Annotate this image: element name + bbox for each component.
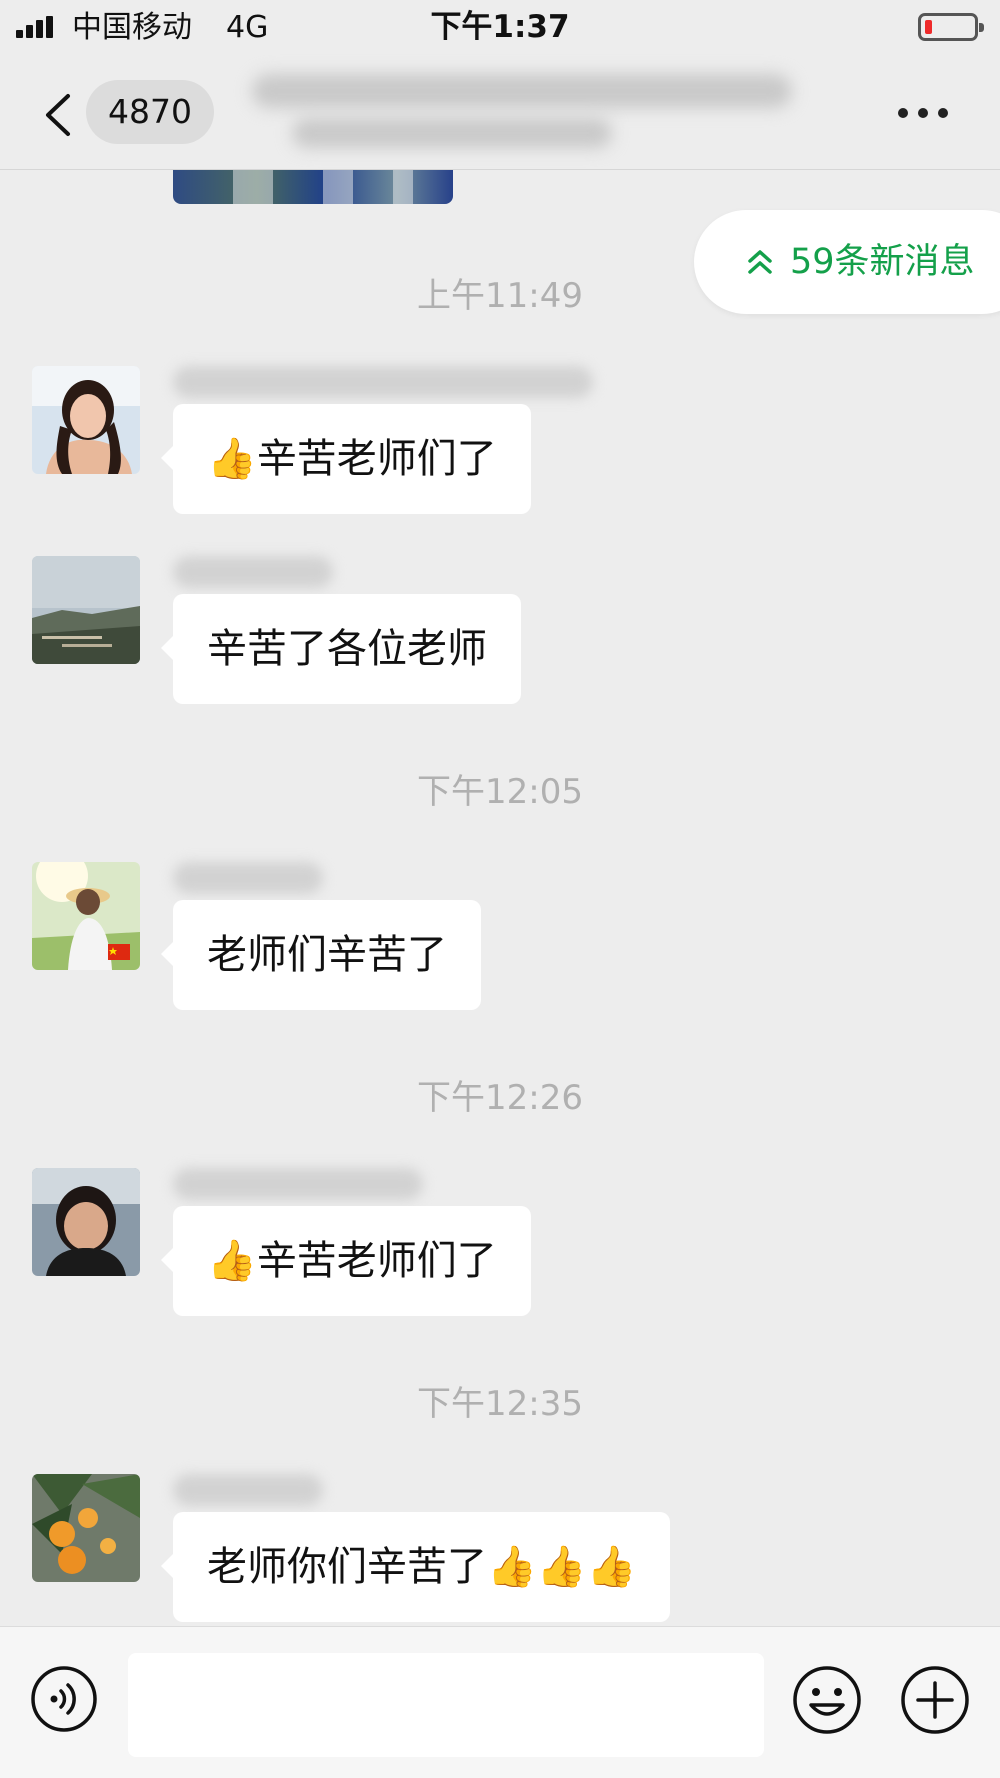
thumbs-up-emoji: 👍 — [207, 436, 257, 482]
message-bubble[interactable]: 👍辛苦老师们了 — [161, 1206, 531, 1316]
battery-level — [925, 20, 932, 34]
chat-header: 4870 — [0, 56, 1000, 170]
avatar[interactable] — [32, 1474, 140, 1582]
message-text: 老师们辛苦了 — [207, 932, 447, 978]
sender-name-redacted — [173, 366, 593, 398]
input-bar — [0, 1626, 1000, 1778]
plus-circle-icon[interactable] — [900, 1665, 970, 1735]
avatar[interactable] — [32, 1168, 140, 1276]
status-time: 下午1:37 — [430, 9, 570, 45]
sender-name-redacted — [173, 556, 333, 588]
message-text: 老师你们辛苦了 — [207, 1544, 487, 1590]
image-message-fragment[interactable] — [173, 170, 453, 204]
timestamp: 下午12:35 — [417, 1384, 583, 1424]
chevron-left-icon[interactable] — [40, 92, 76, 138]
timestamp: 上午11:49 — [417, 276, 583, 316]
timestamp: 下午12:26 — [417, 1078, 583, 1118]
message-bubble[interactable]: 老师你们辛苦了👍👍👍 — [160, 1512, 671, 1622]
more-dots-icon[interactable] — [898, 106, 948, 120]
message-text: 辛苦了各位老师 — [207, 626, 487, 672]
message-text: 辛苦老师们了 — [256, 1238, 497, 1284]
thumbs-up-emoji: 👍 — [207, 1238, 257, 1284]
timestamp: 下午12:05 — [417, 772, 583, 812]
battery-icon — [918, 13, 984, 41]
sender-name-redacted — [173, 1168, 423, 1200]
sender-name-redacted — [173, 1474, 323, 1506]
avatar[interactable] — [32, 556, 140, 664]
status-bar: 中国移动 4G 下午1:37 — [0, 0, 1000, 56]
group-title-redacted — [252, 68, 812, 156]
message-list[interactable]: 59条新消息 上午11:49 👍辛苦老师们了 辛苦了各位老师 下午12:05 老… — [0, 170, 1000, 1626]
message-bubble[interactable]: 辛苦了各位老师 — [161, 594, 521, 704]
message-bubble[interactable]: 👍辛苦老师们了 — [161, 404, 531, 514]
unread-count-badge[interactable]: 4870 — [86, 80, 214, 144]
message-input[interactable] — [128, 1653, 764, 1757]
message-bubble[interactable]: 老师们辛苦了 — [161, 900, 481, 1010]
avatar[interactable] — [32, 366, 140, 474]
double-chevron-up-icon — [748, 250, 772, 274]
avatar[interactable] — [32, 862, 140, 970]
sender-name-redacted — [173, 862, 323, 894]
voice-icon[interactable] — [30, 1665, 98, 1733]
emoji-smile-icon[interactable] — [792, 1665, 862, 1735]
message-text: 辛苦老师们了 — [256, 436, 497, 482]
thumbs-up-emoji: 👍👍👍 — [487, 1544, 637, 1590]
